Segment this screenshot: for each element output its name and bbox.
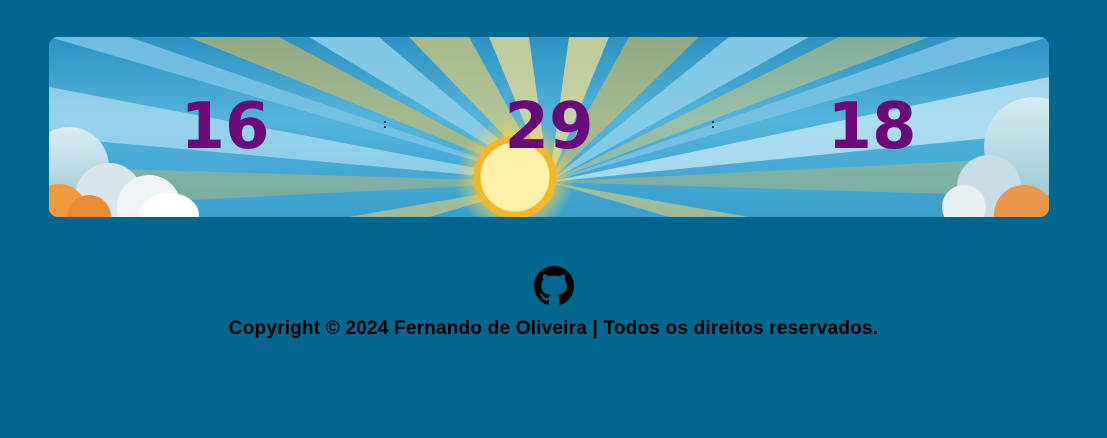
clock-separator: : [710,115,716,131]
clock-hours: 16 [180,90,270,164]
copyright-text: Copyright © 2024 Fernando de Oliveira | … [228,318,879,339]
clock-banner: 16 : 29 : 18 [49,37,1049,217]
clock-seconds: 18 [827,90,917,164]
clock-display: 16 : 29 : 18 [49,37,1049,217]
github-link[interactable] [533,266,574,306]
clock-separator: : [382,115,388,131]
github-icon [533,266,574,306]
clock-minutes: 29 [504,90,594,164]
footer: Copyright © 2024 Fernando de Oliveira | … [0,266,1107,340]
